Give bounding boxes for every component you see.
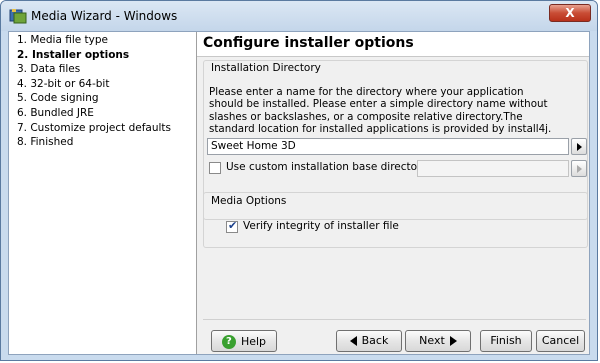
page-title: Configure installer options	[203, 35, 414, 51]
back-button-label: Back	[361, 334, 389, 347]
custom-base-directory-button[interactable]	[571, 160, 587, 177]
help-button-label: Help	[240, 335, 267, 348]
main-panel: Configure installer options Installation…	[197, 32, 589, 354]
step-bundled-jre: 6. Bundled JRE	[17, 106, 94, 119]
installation-directory-description: Please enter a name for the directory wh…	[209, 86, 552, 136]
step-installer-options: 2. Installer options	[17, 48, 130, 61]
custom-base-directory-label: Use custom installation base directory:	[226, 161, 431, 173]
back-button[interactable]: Back	[336, 330, 402, 352]
finish-button[interactable]: Finish	[480, 330, 532, 352]
directory-variable-button[interactable]	[571, 138, 587, 155]
title-bar[interactable]: Media Wizard - Windows X	[1, 1, 597, 31]
next-button-label: Next	[419, 334, 445, 347]
verify-integrity-label: Verify integrity of installer file	[243, 220, 399, 232]
step-32-or-64-bit: 4. 32-bit or 64-bit	[17, 77, 110, 90]
close-button[interactable]: X	[549, 4, 591, 22]
cancel-button-label: Cancel	[541, 334, 580, 347]
cancel-button[interactable]: Cancel	[536, 330, 585, 352]
step-finished: 8. Finished	[17, 136, 74, 149]
step-customize-project-defaults: 7. Customize project defaults	[17, 121, 172, 134]
wizard-client-area: 1. Media file type 2. Installer options …	[8, 31, 590, 355]
back-arrow-icon	[349, 336, 357, 346]
step-media-file-type: 1. Media file type	[17, 34, 109, 46]
step-data-files: 3. Data files	[17, 63, 81, 76]
finish-button-label: Finish	[490, 334, 522, 347]
next-button[interactable]: Next	[405, 330, 471, 352]
verify-integrity-checkbox[interactable]	[226, 219, 238, 233]
custom-base-directory-checkbox[interactable]	[209, 162, 221, 174]
wizard-window: Media Wizard - Windows X 1. Media file t…	[0, 0, 598, 361]
custom-base-directory-input[interactable]	[417, 160, 569, 177]
page-header: Configure installer options	[197, 32, 589, 57]
installation-directory-legend: Installation Directory	[211, 62, 321, 74]
media-options-legend: Media Options	[211, 195, 287, 207]
step-code-signing: 5. Code signing	[17, 92, 99, 105]
window-title: Media Wizard - Windows	[31, 9, 178, 23]
directory-name-input[interactable]: Sweet Home 3D	[207, 138, 569, 155]
next-arrow-icon	[449, 336, 457, 346]
footer-separator	[203, 319, 586, 320]
help-icon: ?	[221, 335, 236, 349]
help-button[interactable]: ? Help	[211, 330, 277, 352]
media-wizard-icon	[9, 9, 27, 24]
steps-sidebar: 1. Media file type 2. Installer options …	[9, 32, 197, 354]
